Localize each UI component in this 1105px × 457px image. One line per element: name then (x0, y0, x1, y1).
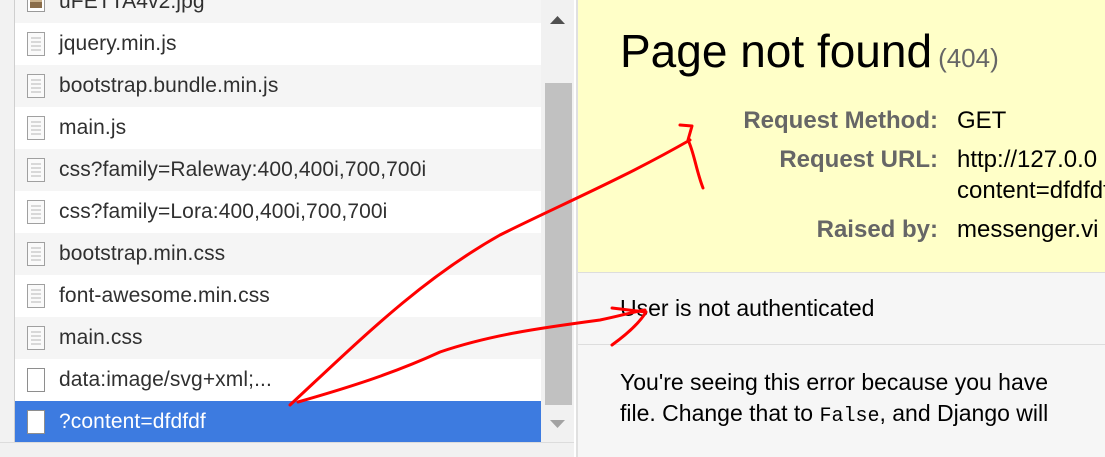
request-row[interactable]: uFETTA4v2.jpg (15, 0, 541, 23)
request-row[interactable]: main.css (15, 317, 541, 359)
raised-by-row: Raised by: messenger.vi (578, 216, 1105, 246)
error-summary: Page not found (404) Request Method: GET … (578, 0, 1105, 273)
document-file-icon (27, 326, 45, 350)
vertical-scrollbar[interactable] (541, 0, 574, 442)
blank-file-icon (27, 410, 45, 434)
scroll-thumb[interactable] (545, 83, 572, 405)
network-request-panel: uFETTA4v2.jpg jquery.min.js bootstrap.bund… (0, 0, 574, 457)
document-file-icon (27, 116, 45, 140)
page-title: Page not found (404) (620, 24, 999, 78)
document-file-icon (27, 32, 45, 56)
request-row[interactable]: data:image/svg+xml;... (15, 359, 541, 401)
debug-false-code: False (819, 405, 880, 428)
request-row[interactable]: bootstrap.min.css (15, 233, 541, 275)
request-url-label: Request URL: (779, 146, 938, 173)
request-row[interactable]: bootstrap.bundle.min.js (15, 65, 541, 107)
request-row-selected[interactable]: ?content=dfdfdf (15, 401, 541, 443)
request-url-row: Request URL: http://127.0.0 content=dfdf… (578, 146, 1105, 208)
raised-by-label: Raised by: (816, 216, 938, 243)
request-method-row: Request Method: GET (578, 107, 1105, 137)
request-name: css?family=Lora:400,400i,700,700i (59, 200, 388, 223)
request-name: main.css (59, 326, 143, 349)
request-name: main.js (59, 116, 127, 139)
request-method-value: GET (957, 107, 1007, 134)
request-url-value: http://127.0.0 (957, 146, 1098, 173)
scroll-down-arrow-icon[interactable] (541, 412, 574, 436)
scroll-up-arrow-icon[interactable] (541, 6, 574, 30)
request-name: data:image/svg+xml;... (59, 368, 272, 391)
horizontal-scrollbar[interactable] (0, 442, 574, 457)
request-name: css?family=Raleway:400,400i,700,700i (59, 158, 427, 181)
request-row[interactable]: css?family=Lora:400,400i,700,700i (15, 191, 541, 233)
request-row[interactable]: font-awesome.min.css (15, 275, 541, 317)
status-code: (404) (938, 43, 999, 73)
document-file-icon (27, 158, 45, 182)
document-file-icon (27, 74, 45, 98)
document-file-icon (27, 200, 45, 224)
exception-message: User is not authenticated (620, 295, 875, 321)
page-title-text: Page not found (620, 25, 933, 77)
debug-help-section: You're seeing this error because you hav… (578, 345, 1105, 457)
help-text-line-1: You're seeing this error because you hav… (620, 369, 1049, 395)
exception-section: User is not authenticated (578, 273, 1105, 345)
request-name: bootstrap.bundle.min.js (59, 74, 279, 97)
request-name: bootstrap.min.css (59, 242, 226, 265)
request-url-value-continued: content=dfdfdf (957, 177, 1105, 204)
help-text-line-2: file. Change that to False, and Django w… (620, 400, 1048, 428)
document-file-icon (27, 242, 45, 266)
request-name: jquery.min.js (59, 32, 177, 55)
help-text-after-code: , and Django will (879, 400, 1049, 426)
request-name: uFETTA4v2.jpg (59, 0, 205, 13)
request-row[interactable]: jquery.min.js (15, 23, 541, 65)
request-row[interactable]: css?family=Raleway:400,400i,700,700i (15, 149, 541, 191)
request-name: font-awesome.min.css (59, 284, 270, 307)
django-error-page: Page not found (404) Request Method: GET … (576, 0, 1105, 457)
help-text-before-code: file. Change that to (620, 400, 820, 426)
raised-by-value: messenger.vi (957, 216, 1099, 243)
request-list: uFETTA4v2.jpg jquery.min.js bootstrap.bund… (15, 0, 541, 443)
image-file-icon (27, 0, 45, 14)
blank-file-icon (27, 368, 45, 392)
request-row[interactable]: main.js (15, 107, 541, 149)
request-method-label: Request Method: (743, 107, 938, 134)
request-name: ?content=dfdfdf (59, 410, 206, 433)
document-file-icon (27, 284, 45, 308)
